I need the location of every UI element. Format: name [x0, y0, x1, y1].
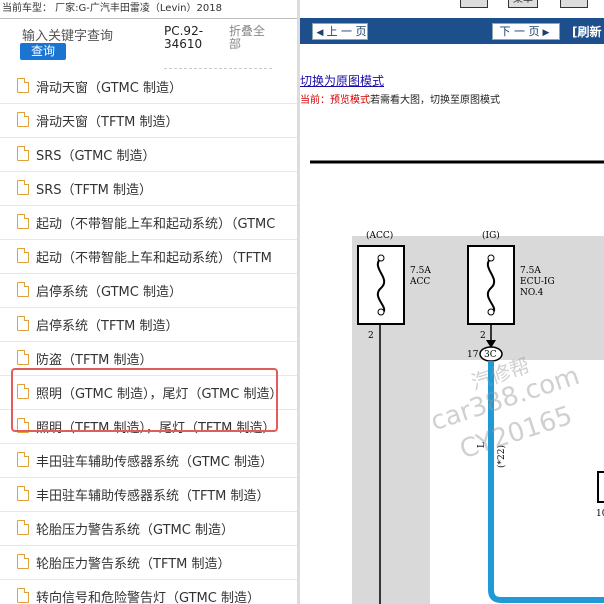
fuse-ig-name1: ECU-IG — [520, 277, 555, 287]
current-vehicle: 当前车型： 厂家:G-广汽丰田雷凌（Levin）2018 — [2, 3, 222, 14]
fuse-acc-pin: 2 — [368, 331, 374, 341]
list-item-label: 轮胎压力警告系统（GTMC 制造） — [36, 523, 234, 538]
list-item-label: 丰田驻车辅助传感器系统（GTMC 制造） — [36, 455, 273, 470]
status-mode: 预览模式 — [330, 95, 370, 106]
status-prefix: 当前： — [300, 95, 330, 106]
list-item-label: 转向信号和危险警告灯（GTMC 制造） — [36, 591, 260, 604]
fuse-ig-label: (IG) — [482, 230, 500, 241]
prev-page-label: 上 一 页 — [326, 25, 367, 38]
document-icon — [17, 112, 29, 127]
fuse-ig-pin: 2 — [480, 331, 486, 341]
list-item[interactable]: 起动（不带智能上车和起动系统）（GTMC — [0, 205, 297, 240]
fuse-ig-name2: NO.4 — [520, 288, 544, 298]
list-item[interactable]: 滑动天窗（GTMC 制造） — [0, 69, 297, 104]
document-icon — [17, 520, 29, 535]
list-item-label: 防盗（TFTM 制造） — [36, 353, 153, 368]
document-icon — [17, 282, 29, 297]
right-pin: 10 — [596, 509, 604, 519]
document-icon — [17, 316, 29, 331]
mode-status: 当前：预览模式若需看大图，切换至原图模式 — [300, 91, 500, 106]
search-area: 输入关键字查询 查询 PC.92-34610 折叠全部 — [0, 19, 297, 69]
list-item-label: 启停系统（GTMC 制造） — [36, 285, 182, 300]
viewer-nav-bar: ◀ 上 一 页 下 一 页 ▶ [刷新 — [300, 18, 604, 44]
search-input[interactable]: 输入关键字查询 — [22, 25, 113, 44]
document-icon — [17, 588, 29, 603]
connector-pin: 17 — [467, 350, 479, 360]
fuse-acc-name: ACC — [409, 277, 430, 287]
viewer-panel: ◀ 上 一 页 下 一 页 ▶ [刷新 切换为原图模式 当前：预览模式若需看大图，切… — [300, 18, 604, 604]
document-icon — [17, 214, 29, 229]
list-item[interactable]: 轮胎压力警告系统（GTMC 制造） — [0, 511, 297, 546]
triangle-right-icon: ▶ — [542, 28, 550, 38]
left-panel: 输入关键字查询 查询 PC.92-34610 折叠全部 滑动天窗（GTMC 制造… — [0, 19, 297, 604]
fuse-acc-rating: 7.5A — [410, 266, 431, 276]
fuse-acc-label: (ACC) — [366, 230, 393, 241]
list-item-label: 滑动天窗（TFTM 制造） — [36, 115, 179, 130]
query-button[interactable]: 查询 — [20, 43, 66, 60]
menu-button[interactable]: 菜单 — [508, 0, 538, 8]
right-component — [597, 471, 604, 503]
document-icon — [17, 78, 29, 93]
list-item-label: 丰田驻车辅助传感器系统（TFTM 制造） — [36, 489, 270, 504]
list-item[interactable]: 启停系统（TFTM 制造） — [0, 307, 297, 342]
list-item[interactable]: 轮胎压力警告系统（TFTM 制造） — [0, 545, 297, 580]
list-item-label: SRS（TFTM 制造） — [36, 183, 153, 198]
next-page-label: 下 一 页 — [499, 25, 540, 38]
document-icon — [17, 248, 29, 263]
refresh-button[interactable]: [刷新 — [572, 23, 602, 40]
list-item[interactable]: 丰田驻车辅助传感器系统（GTMC 制造） — [0, 443, 297, 478]
selection-highlight — [11, 368, 278, 432]
collapse-all-button[interactable]: 折叠全部 — [229, 25, 269, 51]
document-code: PC.92-34610 — [164, 24, 204, 51]
list-item[interactable]: SRS（GTMC 制造） — [0, 137, 297, 172]
list-item[interactable]: SRS（TFTM 制造） — [0, 171, 297, 206]
document-icon — [17, 486, 29, 501]
list-item-label: 轮胎压力警告系统（TFTM 制造） — [36, 557, 231, 572]
list-item-label: SRS（GTMC 制造） — [36, 149, 156, 164]
switch-mode-link[interactable]: 切换为原图模式 — [300, 72, 384, 89]
list-item[interactable]: 起动（不带智能上车和起动系统）（TFTM — [0, 239, 297, 274]
toolbar-button[interactable] — [560, 0, 588, 8]
toolbar-button[interactable] — [460, 0, 488, 8]
document-icon — [17, 452, 29, 467]
list-item[interactable]: 丰田驻车辅助传感器系统（TFTM 制造） — [0, 477, 297, 512]
wiring-diagram[interactable]: (ACC) 7.5A ACC 2 (IG) 7.5A ECU-IG NO.4 2… — [300, 128, 604, 604]
list-item-label: 起动（不带智能上车和起动系统）（GTMC — [36, 217, 276, 232]
status-rest: 若需看大图，切换至原图模式 — [370, 95, 500, 106]
list-item-label: 起动（不带智能上车和起动系统）（TFTM — [36, 251, 272, 266]
prev-page-button[interactable]: ◀ 上 一 页 — [312, 23, 368, 40]
document-icon — [17, 554, 29, 569]
list-item-label: 启停系统（TFTM 制造） — [36, 319, 179, 334]
triangle-left-icon: ◀ — [316, 28, 324, 38]
document-icon — [17, 350, 29, 365]
document-icon — [17, 180, 29, 195]
list-item[interactable]: 启停系统（GTMC 制造） — [0, 273, 297, 308]
top-bar: 当前车型： 厂家:G-广汽丰田雷凌（Levin）2018 菜单 — [0, 0, 604, 19]
fuse-ig-rating: 7.5A — [520, 266, 541, 276]
next-page-button[interactable]: 下 一 页 ▶ — [492, 23, 560, 40]
document-icon — [17, 146, 29, 161]
list-item-label: 滑动天窗（GTMC 制造） — [36, 81, 182, 96]
list-item[interactable]: 滑动天窗（TFTM 制造） — [0, 103, 297, 138]
list-item[interactable]: 转向信号和危险警告灯（GTMC 制造） — [0, 579, 297, 604]
